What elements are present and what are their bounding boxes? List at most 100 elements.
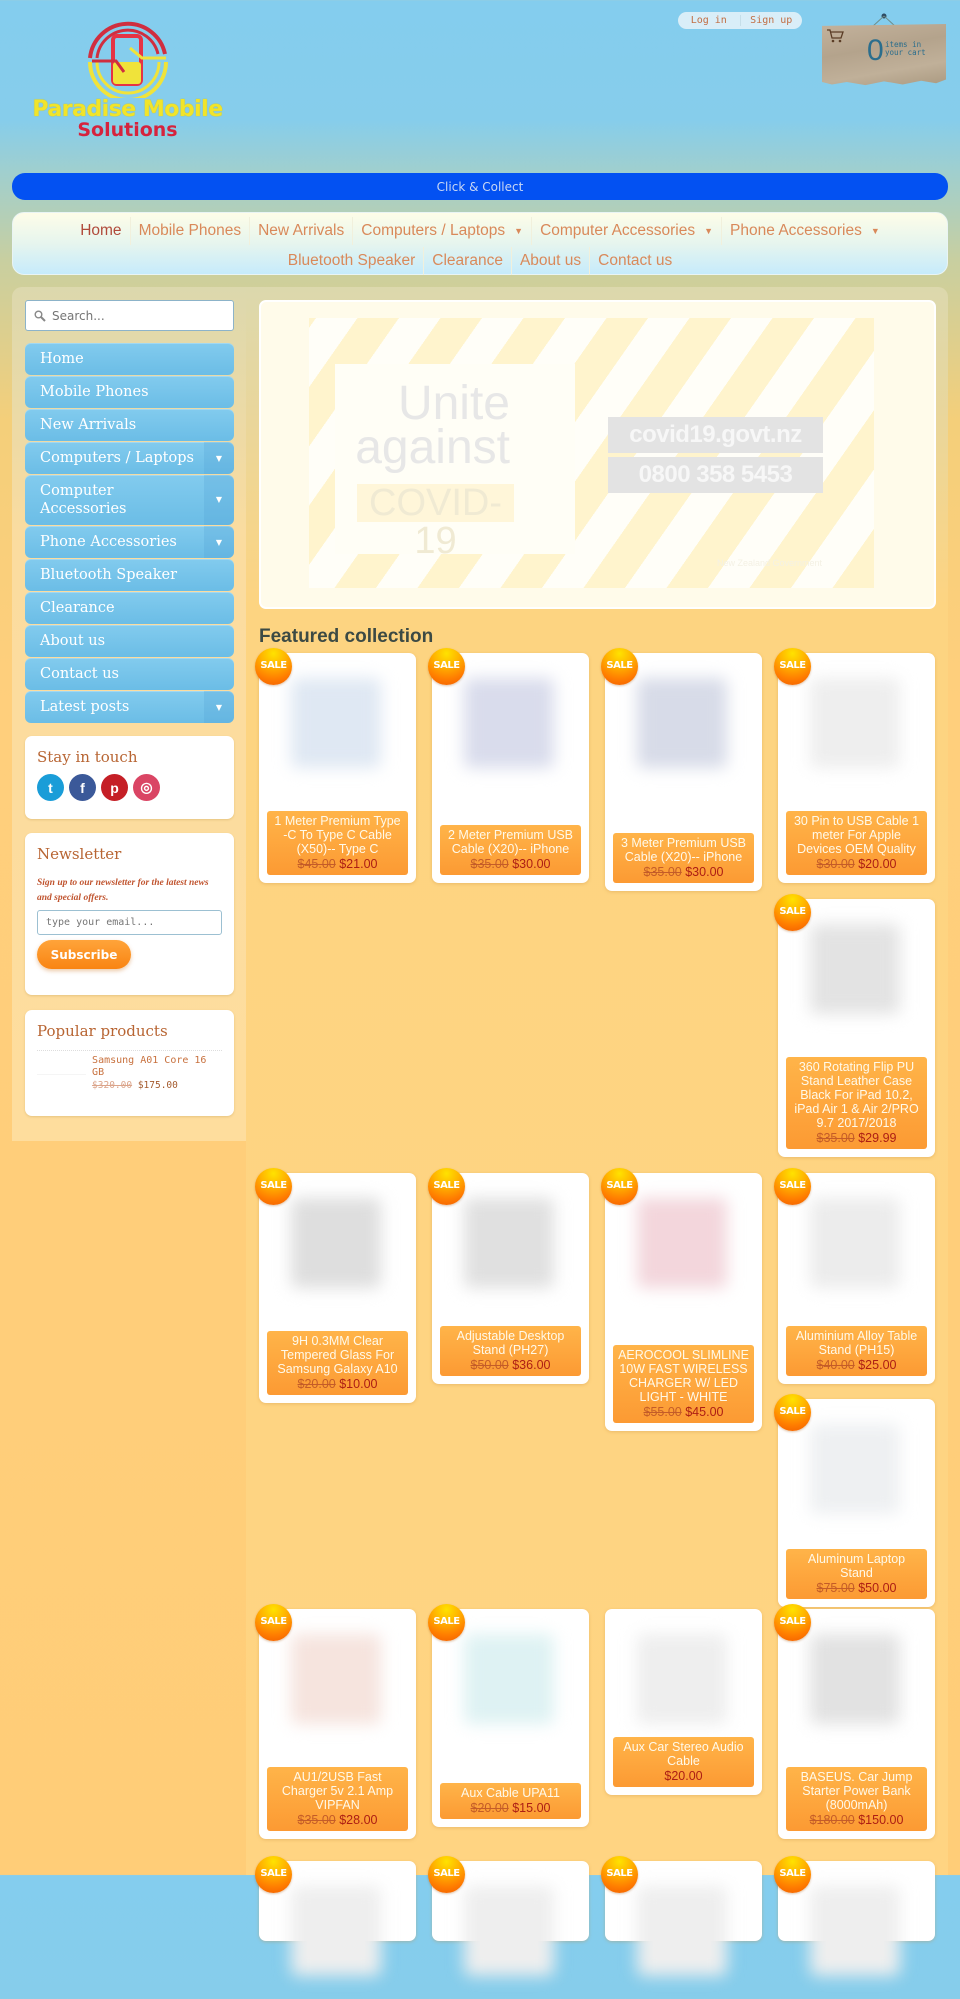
product-image[interactable]	[785, 1868, 928, 1999]
product-card[interactable]: 360 Rotating Flip PU Stand Leather Case …	[774, 894, 935, 1157]
instagram-icon[interactable]: ◎	[133, 774, 160, 801]
product-title[interactable]: AEROCOOL SLIMLINE 10W FAST WIRELESS CHAR…	[617, 1348, 750, 1404]
product-card[interactable]: SALE	[255, 1856, 416, 1976]
product-image[interactable]	[439, 1180, 582, 1311]
nav-item-bluetooth-speaker[interactable]: Bluetooth Speaker	[280, 247, 424, 275]
product-image[interactable]	[439, 660, 582, 791]
product-image[interactable]	[785, 1180, 928, 1311]
product-card[interactable]: SALE	[601, 1856, 762, 1976]
product-image[interactable]	[266, 660, 409, 791]
product-info[interactable]: 360 Rotating Flip PU Stand Leather Case …	[786, 1057, 927, 1149]
product-card[interactable]: BASEUS. Car Jump Starter Power Bank (800…	[774, 1604, 935, 1839]
product-image[interactable]	[266, 1180, 409, 1311]
product-info[interactable]: 30 Pin to USB Cable 1 meter For Apple De…	[786, 811, 927, 875]
login-link[interactable]: Log in	[678, 15, 740, 26]
chevron-down-icon[interactable]: ▼	[204, 691, 234, 723]
product-image[interactable]	[785, 1406, 928, 1537]
product-info[interactable]: 2 Meter Premium USB Cable (X20)-- iPhone…	[440, 825, 581, 875]
product-info[interactable]: 9H 0.3MM Clear Tempered Glass For Samsun…	[267, 1331, 408, 1395]
sidebar-item-contact-us[interactable]: Contact us	[25, 658, 234, 690]
product-card[interactable]: Aluminium Alloy Table Stand (PH15) $40.00…	[774, 1168, 935, 1384]
product-card[interactable]: AU1/2USB Fast Charger 5v 2.1 Amp VIPFAN $…	[255, 1604, 416, 1839]
product-info[interactable]: Aux Cable UPA11 $20.00 $15.00	[440, 1783, 581, 1819]
product-title[interactable]: Aluminum Laptop Stand	[790, 1552, 923, 1580]
facebook-icon[interactable]: f	[69, 774, 96, 801]
product-image[interactable]	[612, 660, 755, 791]
popular-product-thumbnail[interactable]	[37, 1055, 87, 1075]
search-box[interactable]	[25, 300, 234, 331]
product-info[interactable]: Aux Car Stereo Audio Cable $20.00	[613, 1737, 754, 1787]
product-info[interactable]: BASEUS. Car Jump Starter Power Bank (800…	[786, 1767, 927, 1831]
product-image[interactable]	[612, 1180, 755, 1311]
product-image[interactable]	[612, 1616, 755, 1747]
chevron-down-icon[interactable]: ▼	[704, 226, 713, 236]
product-info[interactable]: Aluminium Alloy Table Stand (PH15) $40.00…	[786, 1326, 927, 1376]
product-card[interactable]: Aux Cable UPA11 $20.00 $15.00 SALE	[428, 1604, 589, 1827]
product-title[interactable]: AU1/2USB Fast Charger 5v 2.1 Amp VIPFAN	[271, 1770, 404, 1812]
subscribe-button[interactable]: Subscribe	[37, 940, 131, 969]
sidebar-item-home[interactable]: Home	[25, 343, 234, 375]
nav-item-clearance[interactable]: Clearance	[423, 247, 511, 275]
sidebar-item-computers-laptops[interactable]: Computers / Laptops ▼	[25, 442, 234, 474]
product-card[interactable]: Aux Car Stereo Audio Cable $20.00	[605, 1609, 762, 1795]
announcement-bar[interactable]: Click & Collect	[12, 173, 948, 200]
twitter-icon[interactable]: t	[37, 774, 64, 801]
nav-item-home[interactable]: Home	[72, 217, 129, 245]
popular-product-name[interactable]: Samsung A01 Core 16 GB	[92, 1055, 222, 1079]
chevron-down-icon[interactable]: ▼	[871, 226, 880, 236]
nav-item-mobile-phones[interactable]: Mobile Phones	[129, 217, 250, 245]
sidebar-item-clearance[interactable]: Clearance	[25, 592, 234, 624]
product-title[interactable]: 9H 0.3MM Clear Tempered Glass For Samsun…	[271, 1334, 404, 1376]
sidebar-item-new-arrivals[interactable]: New Arrivals	[25, 409, 234, 441]
product-info[interactable]: AEROCOOL SLIMLINE 10W FAST WIRELESS CHAR…	[613, 1345, 754, 1423]
product-title[interactable]: 360 Rotating Flip PU Stand Leather Case …	[790, 1060, 923, 1130]
product-info[interactable]: Aluminum Laptop Stand $75.00 $50.00	[786, 1549, 927, 1599]
product-info[interactable]: AU1/2USB Fast Charger 5v 2.1 Amp VIPFAN $…	[267, 1767, 408, 1831]
signup-link[interactable]: Sign up	[741, 15, 803, 26]
product-image[interactable]	[439, 1868, 582, 1999]
product-title[interactable]: Adjustable Desktop Stand (PH27)	[444, 1329, 577, 1357]
pinterest-icon[interactable]: p	[101, 774, 128, 801]
product-card[interactable]: Adjustable Desktop Stand (PH27) $50.00 $3…	[428, 1168, 589, 1384]
hero-banner[interactable]: Unite against COVID-19 covid19.govt.nz 0…	[259, 300, 936, 609]
search-input[interactable]	[52, 308, 232, 323]
sidebar-item-mobile-phones[interactable]: Mobile Phones	[25, 376, 234, 408]
chevron-down-icon[interactable]: ▼	[204, 442, 234, 474]
product-title[interactable]: Aux Cable UPA11	[444, 1786, 577, 1800]
nav-item-contact-us[interactable]: Contact us	[589, 247, 680, 275]
product-title[interactable]: 1 Meter Premium Type -C To Type C Cable …	[271, 814, 404, 856]
product-image[interactable]	[439, 1616, 582, 1747]
product-card[interactable]: Aluminum Laptop Stand $75.00 $50.00 SALE	[774, 1394, 935, 1607]
product-image[interactable]	[785, 1616, 928, 1747]
product-card[interactable]: 1 Meter Premium Type -C To Type C Cable …	[255, 648, 416, 883]
sidebar-item-phone-accessories[interactable]: Phone Accessories ▼	[25, 526, 234, 558]
newsletter-email-input[interactable]	[37, 910, 222, 935]
product-title[interactable]: Aluminium Alloy Table Stand (PH15)	[790, 1329, 923, 1357]
product-card[interactable]: SALE	[774, 1856, 935, 1976]
sidebar-item-computer-accessories[interactable]: Computer Accessories ▼	[25, 475, 234, 525]
product-card[interactable]: 9H 0.3MM Clear Tempered Glass For Samsun…	[255, 1168, 416, 1403]
chevron-down-icon[interactable]: ▼	[514, 226, 523, 236]
nav-item-about-us[interactable]: About us	[510, 247, 589, 275]
popular-product-item[interactable]: Samsung A01 Core 16 GB $320.00 $175.00	[37, 1055, 222, 1091]
sidebar-item-bluetooth-speaker[interactable]: Bluetooth Speaker	[25, 559, 234, 591]
store-logo[interactable]: Paradise Mobile Solutions	[20, 18, 235, 143]
chevron-down-icon[interactable]: ▼	[204, 526, 234, 558]
product-card[interactable]: 30 Pin to USB Cable 1 meter For Apple De…	[774, 648, 935, 883]
product-card[interactable]: 3 Meter Premium USB Cable (X20)-- iPhone…	[601, 648, 762, 891]
chevron-down-icon[interactable]: ▼	[204, 475, 234, 525]
nav-item-phone-accessories[interactable]: Phone Accessories ▼	[721, 217, 888, 245]
product-image[interactable]	[266, 1868, 409, 1999]
product-info[interactable]: Adjustable Desktop Stand (PH27) $50.00 $3…	[440, 1326, 581, 1376]
product-title[interactable]: Aux Car Stereo Audio Cable	[617, 1740, 750, 1768]
product-image[interactable]	[785, 906, 928, 1037]
sidebar-item-latest-posts[interactable]: Latest posts ▼	[25, 691, 234, 723]
product-card[interactable]: 2 Meter Premium USB Cable (X20)-- iPhone…	[428, 648, 589, 883]
product-title[interactable]: 2 Meter Premium USB Cable (X20)-- iPhone	[444, 828, 577, 856]
product-title[interactable]: BASEUS. Car Jump Starter Power Bank (800…	[790, 1770, 923, 1812]
product-info[interactable]: 1 Meter Premium Type -C To Type C Cable …	[267, 811, 408, 875]
nav-item-computer-accessories[interactable]: Computer Accessories ▼	[531, 217, 721, 245]
product-image[interactable]	[266, 1616, 409, 1747]
product-image[interactable]	[612, 1868, 755, 1999]
product-info[interactable]: 3 Meter Premium USB Cable (X20)-- iPhone…	[613, 833, 754, 883]
